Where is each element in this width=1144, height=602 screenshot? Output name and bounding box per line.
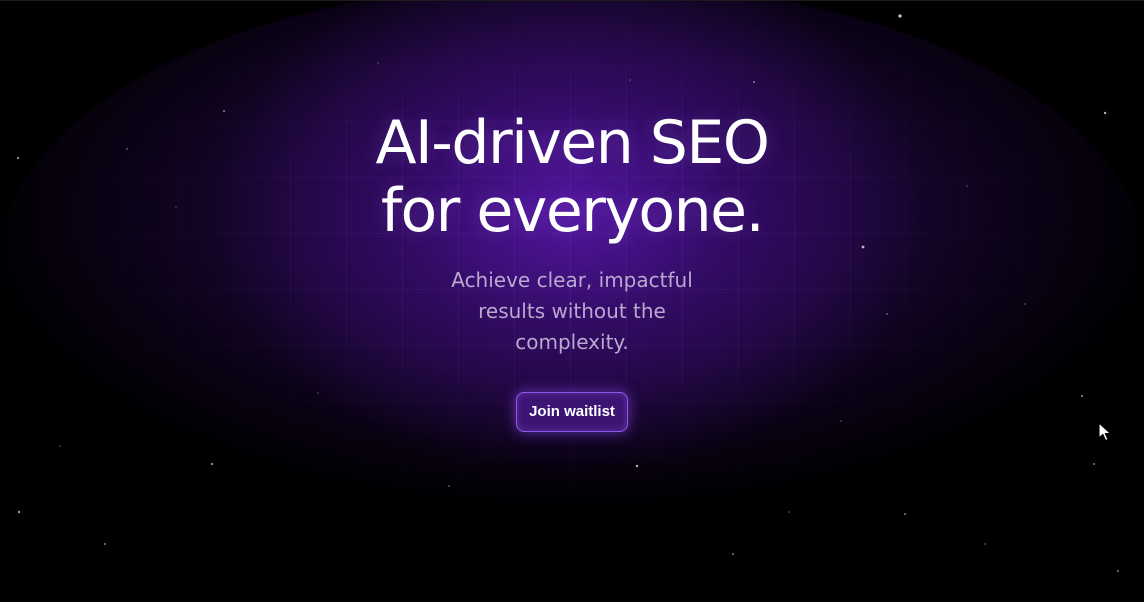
join-waitlist-button[interactable]: Join waitlist xyxy=(516,392,628,432)
page: AI-driven SEO for everyone. Achieve clea… xyxy=(0,0,1144,602)
hero-subtitle: Achieve clear, impactful results without… xyxy=(451,268,693,354)
star xyxy=(635,464,639,468)
star xyxy=(788,511,790,513)
hero-section: AI-driven SEO for everyone. Achieve clea… xyxy=(0,109,1144,432)
star xyxy=(898,14,902,18)
star xyxy=(629,79,631,81)
star xyxy=(1117,570,1119,572)
star xyxy=(984,543,986,545)
mouse-pointer-icon xyxy=(1098,422,1111,442)
star xyxy=(732,553,734,555)
star xyxy=(753,81,755,83)
star xyxy=(1093,463,1095,465)
star xyxy=(904,513,906,515)
star xyxy=(17,510,21,514)
star xyxy=(210,462,214,466)
star xyxy=(104,543,106,545)
star xyxy=(59,445,61,447)
hero-headline: AI-driven SEO for everyone. xyxy=(375,108,770,246)
star xyxy=(377,62,379,64)
star xyxy=(448,485,450,487)
